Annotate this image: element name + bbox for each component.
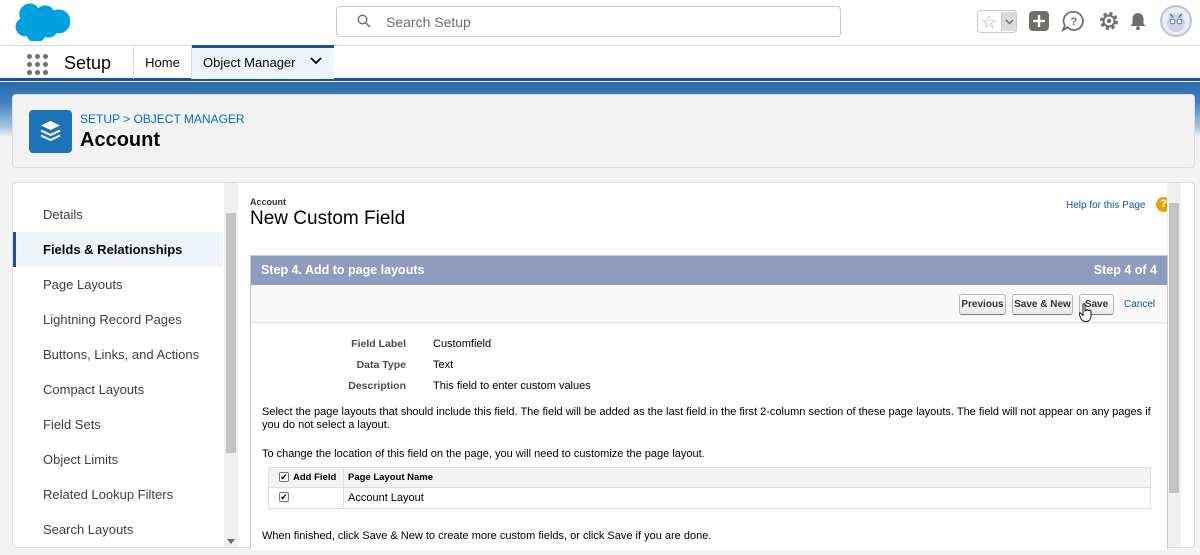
location-note: To change the location of this field on …	[262, 448, 705, 460]
data-type-value: Text	[433, 359, 454, 371]
breadcrumb[interactable]: SETUP > OBJECT MANAGER	[80, 112, 245, 126]
chevron-down-icon[interactable]	[310, 57, 322, 65]
tab-object-manager[interactable]: Object Manager	[192, 45, 334, 79]
favorites-button[interactable]: ☆	[977, 10, 1017, 33]
sidebar-item-fields-relationships[interactable]: Fields & Relationships	[13, 232, 223, 267]
avatar-icon	[1167, 13, 1185, 32]
layout-instructions: Select the page layouts that should incl…	[262, 406, 1151, 431]
select-all-checkbox[interactable]: ✔	[279, 472, 289, 482]
object-stack-icon	[29, 110, 72, 153]
app-launcher-icon[interactable]	[27, 54, 48, 75]
sidebar-item-compact-layouts[interactable]: Compact Layouts	[13, 372, 223, 407]
row-checkbox-cell: ✔	[269, 488, 344, 508]
row-add-field-checkbox[interactable]: ✔	[279, 492, 289, 502]
data-type-label: Data Type	[356, 359, 406, 371]
app-navigation: Setup Home Object Manager	[0, 45, 1200, 81]
add-icon[interactable]	[1028, 10, 1050, 32]
main-scrollbar-thumb[interactable]	[1169, 203, 1179, 493]
step-count: Step 4 of 4	[1093, 263, 1157, 277]
page-layout-name: Account Layout	[348, 492, 424, 504]
user-avatar[interactable]	[1160, 5, 1192, 37]
object-sidebar: Details Fields & Relationships Page Layo…	[12, 182, 238, 548]
sidebar-item-search-layouts[interactable]: Search Layouts	[13, 512, 223, 547]
sidebar-scrollbar[interactable]	[224, 183, 238, 547]
search-box[interactable]: Search Setup	[336, 6, 841, 37]
field-label-value: Customfield	[433, 338, 492, 350]
previous-button[interactable]: Previous	[959, 294, 1006, 315]
sidebar-item-details[interactable]: Details	[13, 197, 223, 232]
chevron-down-icon	[1005, 19, 1014, 25]
cancel-link[interactable]: Cancel	[1124, 299, 1155, 310]
svg-text:?: ?	[1071, 16, 1078, 28]
search-icon	[357, 14, 371, 28]
object-header: SETUP > OBJECT MANAGER Account	[12, 94, 1195, 168]
header-add-field: Add Field	[293, 472, 337, 483]
header-add-field-cell: ✔ Add Field	[269, 468, 344, 487]
field-label-label: Field Label	[351, 338, 406, 350]
app-name: Setup	[64, 53, 112, 73]
page-heading: New Custom Field	[250, 208, 406, 229]
main-content: Account New Custom Field Help for this P…	[238, 182, 1195, 550]
save-new-button[interactable]: Save & New	[1012, 294, 1073, 315]
header-page-layout-name: Page Layout Name	[348, 472, 433, 483]
sidebar-item-object-limits[interactable]: Object Limits	[13, 442, 223, 477]
notification-bell-icon[interactable]	[1127, 10, 1149, 32]
field-detail-section: Field Label Customfield Data Type Text D…	[251, 324, 1167, 550]
page-layout-table: ✔ Add Field Page Layout Name ✔ Account L…	[268, 467, 1151, 509]
step-panel: Step 4. Add to page layouts Step 4 of 4 …	[250, 255, 1168, 550]
favorites-dropdown[interactable]	[1001, 12, 1016, 31]
sidebar-item-buttons-links-actions[interactable]: Buttons, Links, and Actions	[13, 337, 223, 372]
help-icon[interactable]: ?	[1061, 10, 1087, 32]
tab-object-manager-label: Object Manager	[203, 55, 296, 70]
description-label: Description	[348, 380, 406, 392]
search-input[interactable]: Search Setup	[386, 14, 471, 30]
object-label: Account	[250, 197, 286, 207]
tab-home[interactable]: Home	[133, 46, 192, 79]
gear-icon[interactable]	[1098, 10, 1120, 32]
sidebar-item-related-lookup-filters[interactable]: Related Lookup Filters	[13, 477, 223, 512]
sidebar-item-page-layouts[interactable]: Page Layouts	[13, 267, 223, 302]
hand-cursor-icon	[1079, 303, 1092, 322]
main-scrollbar[interactable]	[1167, 183, 1181, 547]
sidebar-item-lightning-record-pages[interactable]: Lightning Record Pages	[13, 302, 223, 337]
step-title: Step 4. Add to page layouts	[261, 263, 425, 277]
salesforce-logo-icon[interactable]	[14, 3, 70, 41]
global-header: Search Setup ☆ ?	[0, 0, 1200, 45]
finish-note: When finished, click Save & New to creat…	[262, 530, 712, 542]
sidebar-scrollbar-thumb[interactable]	[226, 213, 236, 453]
step-header: Step 4. Add to page layouts Step 4 of 4	[251, 256, 1167, 285]
star-icon: ☆	[981, 12, 998, 32]
button-row: Previous Save & New Save Cancel	[251, 285, 1167, 323]
help-link[interactable]: Help for this Page	[1066, 200, 1146, 211]
description-value: This field to enter custom values	[433, 380, 591, 392]
table-header: ✔ Add Field Page Layout Name	[269, 468, 1150, 488]
sidebar-item-field-sets[interactable]: Field Sets	[13, 407, 223, 442]
scroll-down-arrow-icon[interactable]	[227, 539, 235, 544]
page-title: Account	[80, 129, 160, 151]
